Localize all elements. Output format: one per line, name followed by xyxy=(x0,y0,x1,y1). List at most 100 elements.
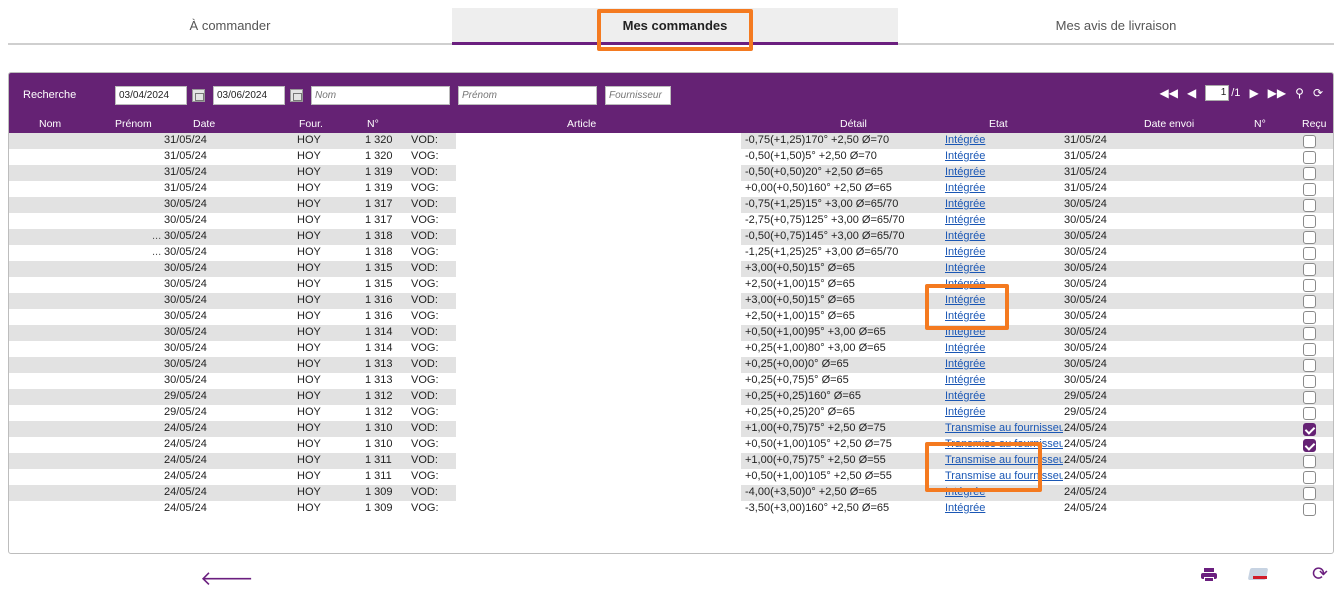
prenom-input[interactable] xyxy=(458,85,597,105)
col-etat[interactable]: Etat xyxy=(989,118,1008,130)
table-row[interactable]: 30/05/24 HOY 1 315 VOG: +2,50(+1,00)15° Ø=65… xyxy=(9,277,1333,293)
refresh-icon[interactable]: ⟳ xyxy=(1312,563,1328,586)
recu-checkbox[interactable] xyxy=(1303,279,1316,292)
recu-checkbox[interactable] xyxy=(1303,167,1316,180)
row-etat-link[interactable]: Transmise au fournisseur xyxy=(945,438,1063,450)
table-row[interactable]: 31/05/24 HOY 1 319 VOD: -0,50(+0,50)20° +2,5… xyxy=(9,165,1333,181)
calendar-icon[interactable] xyxy=(290,88,303,102)
recu-checkbox[interactable] xyxy=(1303,503,1316,516)
recu-checkbox[interactable] xyxy=(1303,231,1316,244)
table-row[interactable]: 24/05/24 HOY 1 311 VOD: +1,00(+0,75)75° +2,5… xyxy=(9,453,1333,469)
recu-checkbox[interactable] xyxy=(1303,391,1316,404)
row-etat-link[interactable]: Intégrée xyxy=(945,230,1063,242)
table-row[interactable]: 24/05/24 HOY 1 311 VOG: +0,50(+1,00)105° +2,… xyxy=(9,469,1333,485)
recu-checkbox[interactable] xyxy=(1303,247,1316,260)
table-row[interactable]: 30/05/24 HOY 1 313 VOD: +0,25(+0,00)0° Ø=65 I… xyxy=(9,357,1333,373)
recu-checkbox[interactable] xyxy=(1303,471,1316,484)
recu-checkbox[interactable] xyxy=(1303,455,1316,468)
recu-checkbox[interactable] xyxy=(1303,263,1316,276)
table-row[interactable]: ... 30/05/24 HOY 1 318 VOD: -0,50(+0,75)145° … xyxy=(9,229,1333,245)
table-row[interactable]: 30/05/24 HOY 1 314 VOG: +0,25(+1,00)80° +3,0… xyxy=(9,341,1333,357)
row-etat-link[interactable]: Intégrée xyxy=(945,262,1063,274)
table-row[interactable]: 30/05/24 HOY 1 317 VOD: -0,75(+1,25)15° +3,0… xyxy=(9,197,1333,213)
row-etat-link[interactable]: Intégrée xyxy=(945,278,1063,290)
tab-a-commander[interactable]: À commander xyxy=(8,8,452,45)
row-etat-link[interactable]: Intégrée xyxy=(945,358,1063,370)
row-etat-link[interactable]: Transmise au fournisseur xyxy=(945,422,1063,434)
col-prenom[interactable]: Prénom xyxy=(115,118,152,130)
recu-checkbox[interactable] xyxy=(1303,439,1316,452)
first-page-icon[interactable]: ◀◀ xyxy=(1160,86,1178,100)
last-page-icon[interactable]: ▶▶ xyxy=(1268,86,1286,100)
table-row[interactable]: 31/05/24 HOY 1 320 VOD: -0,75(+1,25)170° +2,… xyxy=(9,133,1333,149)
col-numero[interactable]: N° xyxy=(367,118,379,130)
back-arrow-icon[interactable]: 🡐 xyxy=(200,566,254,590)
recu-checkbox[interactable] xyxy=(1303,183,1316,196)
tab-mes-commandes[interactable]: Mes commandes xyxy=(452,8,898,45)
col-numero-envoi[interactable]: N° xyxy=(1254,118,1266,130)
col-article[interactable]: Article xyxy=(567,118,596,130)
page-number-input[interactable]: 1 xyxy=(1205,85,1230,101)
recu-checkbox[interactable] xyxy=(1303,359,1316,372)
row-etat-link[interactable]: Transmise au fournisseur xyxy=(945,454,1063,466)
col-detail[interactable]: Détail xyxy=(840,118,867,130)
refresh-icon[interactable]: ⟳ xyxy=(1313,86,1323,100)
recu-checkbox[interactable] xyxy=(1303,215,1316,228)
table-row[interactable]: 29/05/24 HOY 1 312 VOD: +0,25(+0,25)160° Ø=6… xyxy=(9,389,1333,405)
tab-mes-avis-de-livraison[interactable]: Mes avis de livraison xyxy=(898,8,1334,45)
nom-input[interactable] xyxy=(311,85,450,105)
table-row[interactable]: 30/05/24 HOY 1 316 VOG: +2,50(+1,00)15° Ø=65… xyxy=(9,309,1333,325)
table-row[interactable]: ... 30/05/24 HOY 1 318 VOG: -1,25(+1,25)25° +… xyxy=(9,245,1333,261)
table-row[interactable]: 30/05/24 HOY 1 316 VOD: +3,00(+0,50)15° Ø=65… xyxy=(9,293,1333,309)
table-row[interactable]: 31/05/24 HOY 1 319 VOG: +0,00(+0,50)160° +2,… xyxy=(9,181,1333,197)
row-etat-link[interactable]: Intégrée xyxy=(945,326,1063,338)
table-row[interactable]: 30/05/24 HOY 1 314 VOD: +0,50(+1,00)95° +3,0… xyxy=(9,325,1333,341)
row-etat-link[interactable]: Intégrée xyxy=(945,390,1063,402)
recu-checkbox[interactable] xyxy=(1303,151,1316,164)
table-row[interactable]: 31/05/24 HOY 1 320 VOG: -0,50(+1,50)5° +2,50… xyxy=(9,149,1333,165)
row-etat-link[interactable]: Intégrée xyxy=(945,150,1063,162)
row-etat-link[interactable]: Intégrée xyxy=(945,134,1063,146)
date-to-input[interactable] xyxy=(213,85,285,105)
table-row[interactable]: 30/05/24 HOY 1 315 VOD: +3,00(+0,50)15° Ø=65… xyxy=(9,261,1333,277)
row-etat-link[interactable]: Intégrée xyxy=(945,198,1063,210)
table-row[interactable]: 29/05/24 HOY 1 312 VOG: +0,25(+0,25)20° Ø=65… xyxy=(9,405,1333,421)
fournisseur-input[interactable] xyxy=(605,85,671,105)
col-date-envoi[interactable]: Date envoi xyxy=(1144,118,1194,130)
recu-checkbox[interactable] xyxy=(1303,295,1316,308)
search-icon[interactable]: ⚲ xyxy=(1295,86,1304,100)
recu-checkbox[interactable] xyxy=(1303,407,1316,420)
row-etat-link[interactable]: Intégrée xyxy=(945,502,1063,514)
table-row[interactable]: 24/05/24 HOY 1 309 VOG: -3,50(+3,00)160° +2,… xyxy=(9,501,1333,517)
row-etat-link[interactable]: Intégrée xyxy=(945,310,1063,322)
row-etat-link[interactable]: Intégrée xyxy=(945,166,1063,178)
col-date[interactable]: Date xyxy=(193,118,215,130)
table-row[interactable]: 30/05/24 HOY 1 317 VOG: -2,75(+0,75)125° +3,… xyxy=(9,213,1333,229)
recu-checkbox[interactable] xyxy=(1303,135,1316,148)
table-row[interactable]: 24/05/24 HOY 1 310 VOG: +0,50(+1,00)105° +2,… xyxy=(9,437,1333,453)
card-minus-icon[interactable] xyxy=(1247,568,1269,582)
recu-checkbox[interactable] xyxy=(1303,423,1316,436)
recu-checkbox[interactable] xyxy=(1303,311,1316,324)
recu-checkbox[interactable] xyxy=(1303,343,1316,356)
printer-icon[interactable] xyxy=(1201,568,1217,582)
col-four[interactable]: Four. xyxy=(299,118,323,130)
recu-checkbox[interactable] xyxy=(1303,327,1316,340)
col-recu[interactable]: Reçu xyxy=(1302,118,1327,130)
col-nom[interactable]: Nom xyxy=(39,118,61,130)
date-from-input[interactable] xyxy=(115,85,187,105)
recu-checkbox[interactable] xyxy=(1303,199,1316,212)
prev-page-icon[interactable]: ◀ xyxy=(1187,86,1196,100)
row-etat-link[interactable]: Intégrée xyxy=(945,406,1063,418)
row-etat-link[interactable]: Intégrée xyxy=(945,374,1063,386)
row-etat-link[interactable]: Intégrée xyxy=(945,246,1063,258)
row-etat-link[interactable]: Intégrée xyxy=(945,486,1063,498)
row-etat-link[interactable]: Transmise au fournisseur xyxy=(945,470,1063,482)
recu-checkbox[interactable] xyxy=(1303,487,1316,500)
row-etat-link[interactable]: Intégrée xyxy=(945,342,1063,354)
row-etat-link[interactable]: Intégrée xyxy=(945,214,1063,226)
calendar-icon[interactable] xyxy=(192,88,205,102)
recu-checkbox[interactable] xyxy=(1303,375,1316,388)
table-row[interactable]: 24/05/24 HOY 1 309 VOD: -4,00(+3,50)0° +2,50… xyxy=(9,485,1333,501)
table-row[interactable]: 30/05/24 HOY 1 313 VOG: +0,25(+0,75)5° Ø=65 I… xyxy=(9,373,1333,389)
